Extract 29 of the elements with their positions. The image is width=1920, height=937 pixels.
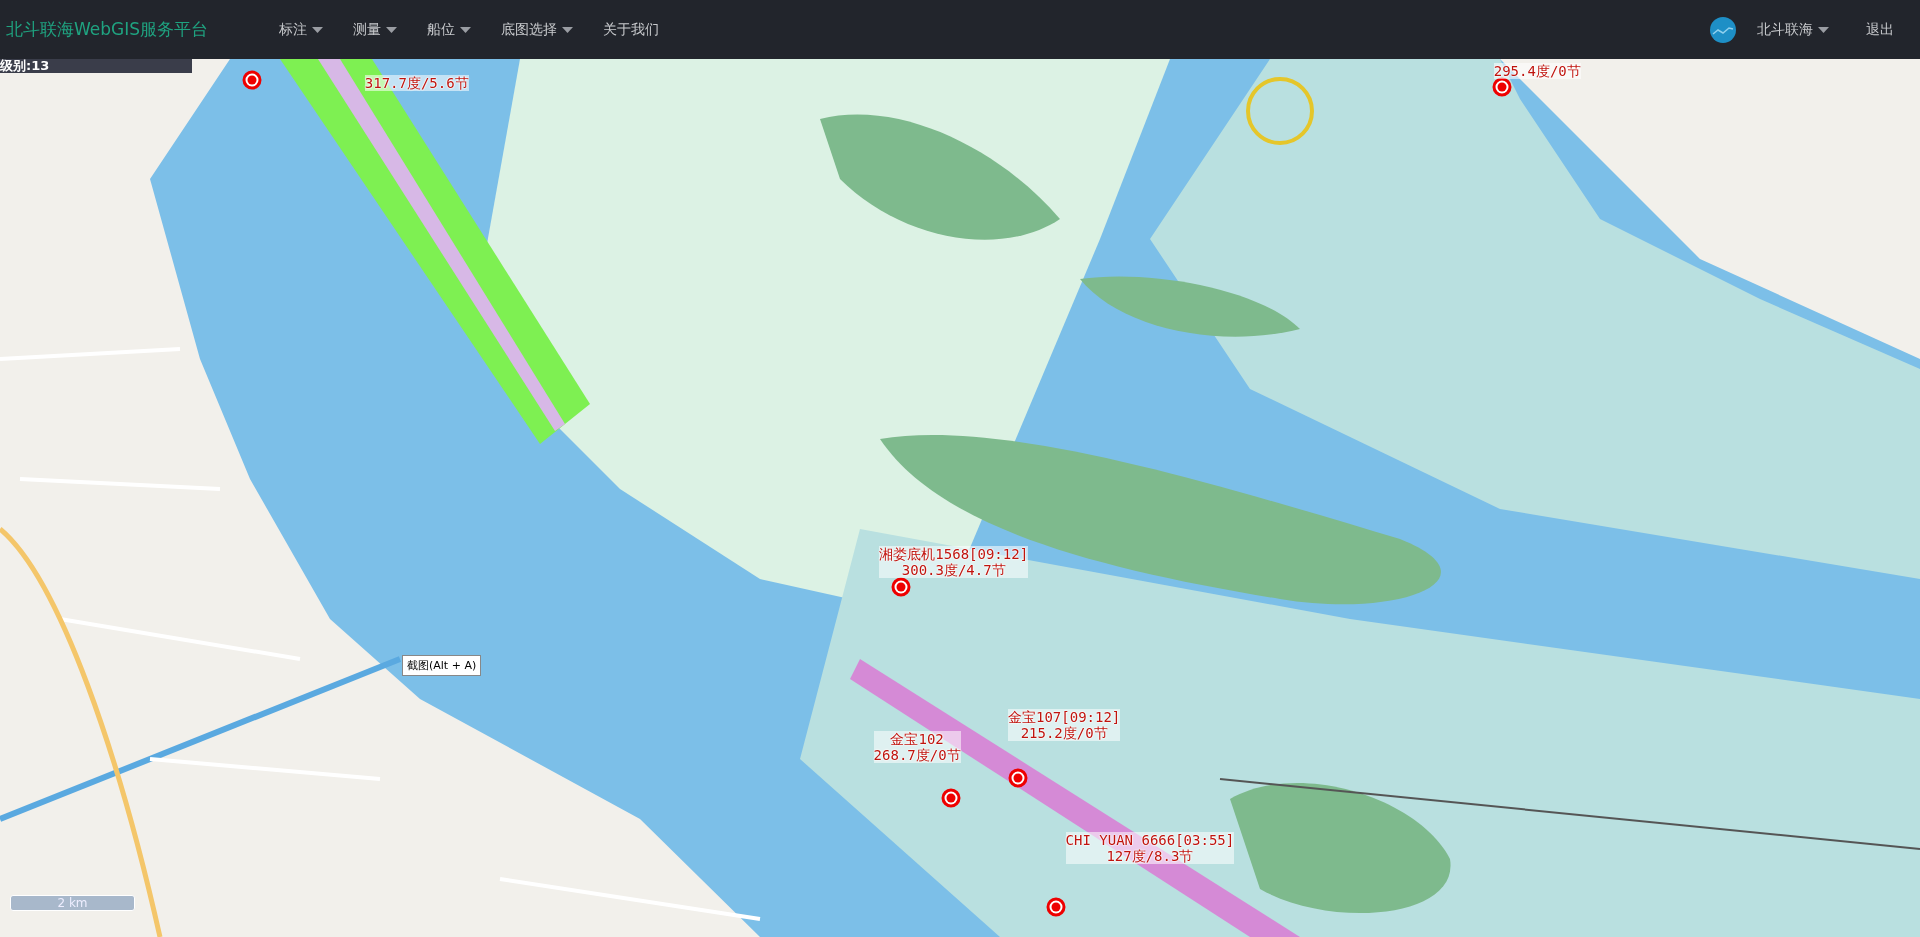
nav-menu[interactable]: 测量: [338, 20, 413, 39]
nav-menu[interactable]: 底图选择: [486, 20, 589, 39]
brand-title[interactable]: 北斗联海WebGIS服务平台: [6, 18, 209, 41]
ship-marker-icon[interactable]: [241, 69, 262, 90]
nav-menu[interactable]: 关于我们: [588, 20, 675, 39]
caret-icon: [386, 26, 398, 33]
ship-marker-icon[interactable]: [1008, 768, 1028, 789]
ship-label: 金宝107[09:12] 215.2度/0节: [1008, 708, 1121, 741]
avatar-icon[interactable]: [1710, 16, 1736, 43]
zoom-level-label: 级别:13: [0, 59, 192, 73]
caret-icon: [460, 26, 472, 33]
caret-icon: [1818, 26, 1829, 33]
caret-icon: [312, 26, 324, 33]
ship-marker-icon[interactable]: [890, 577, 911, 597]
ship-label: 317.7度/5.6节: [364, 74, 469, 91]
ship-marker-icon[interactable]: [940, 787, 961, 808]
logout-link[interactable]: 退出: [1850, 20, 1912, 39]
caret-icon: [562, 26, 574, 33]
ship-marker-icon[interactable]: [1491, 76, 1512, 97]
tooltip: 截图(Alt + A): [402, 655, 482, 676]
ship-label: 湘娄底机1568[09:12] 300.3度/4.7节: [879, 546, 1029, 579]
nav-menu[interactable]: 船位: [412, 20, 487, 39]
ship-label: 金宝102 268.7度/0节: [873, 730, 961, 763]
user-menu[interactable]: 北斗联海: [1742, 20, 1844, 39]
nav-menu[interactable]: 标注: [264, 20, 339, 39]
ship-label: CHI YUAN 6666[03:55] 127度/8.3节: [1065, 831, 1235, 864]
ship-marker-icon[interactable]: [1046, 897, 1067, 918]
scale-bar: 2 km: [10, 895, 135, 911]
ship-label: 295.4度/0节: [1493, 62, 1581, 79]
